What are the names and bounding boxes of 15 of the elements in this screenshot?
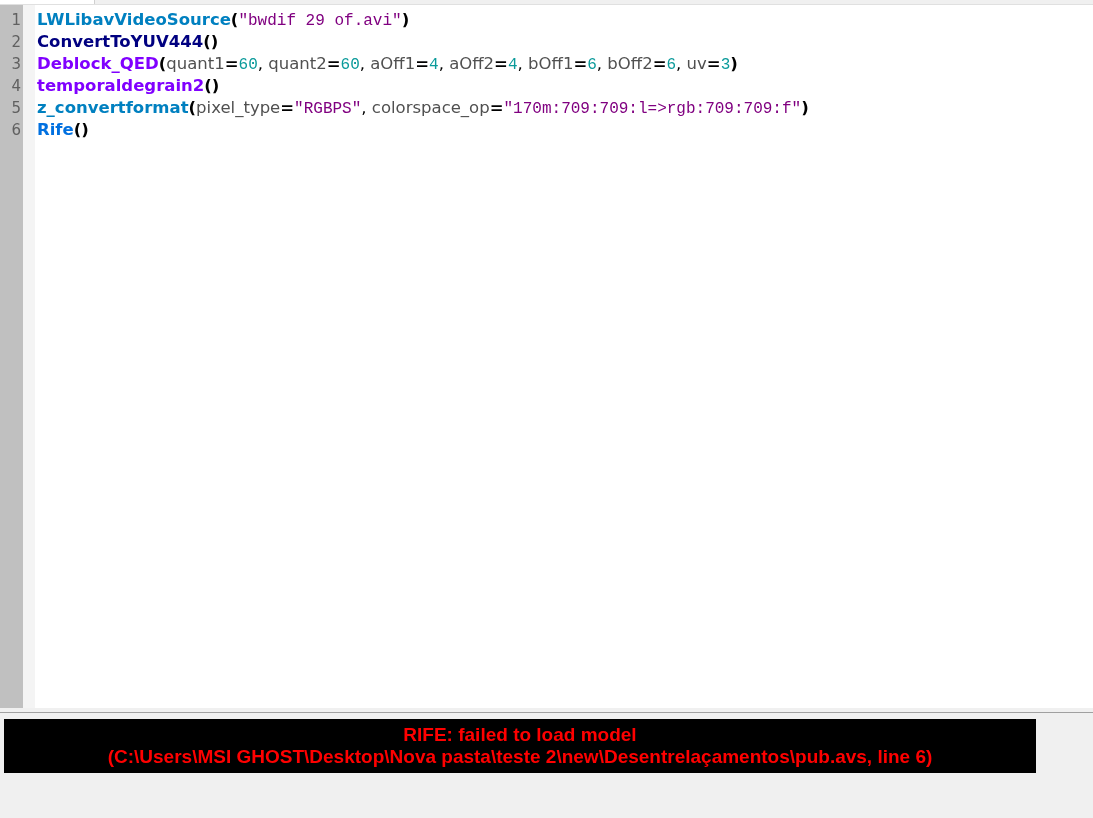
code-editor[interactable] [0, 4, 1093, 708]
code-line: temporaldegrain2() [37, 75, 221, 97]
code-line: LWLibavVideoSource("bwdif 29 of.avi") [37, 9, 411, 31]
line-number: 5 [10, 98, 22, 119]
code-line: Deblock_QED(quant1=60, quant2=60, aOff1=4, aOff2=4, bOff1=6, bOff2=6, uv=3) [37, 53, 739, 75]
code-line: z_convertformat(pixel_type="RGBPS", colorspace_op="170m:709:709:l=>rgb:709:709:f") [37, 97, 809, 119]
line-number: 3 [10, 54, 22, 75]
code-line: ConvertToYUV444() [37, 31, 220, 53]
line-number: 1 [10, 10, 22, 31]
code-line: Rife() [37, 119, 90, 141]
line-number: 6 [10, 120, 22, 141]
line-number: 2 [10, 32, 22, 53]
line-number: 4 [10, 76, 22, 97]
error-message: RIFE: failed to load model [403, 724, 637, 746]
error-message: (C:\Users\MSI GHOST\Desktop\Nova pasta\teste 2\new\Desentrelaçamentos\pub.avs, line 6) [107, 746, 933, 768]
